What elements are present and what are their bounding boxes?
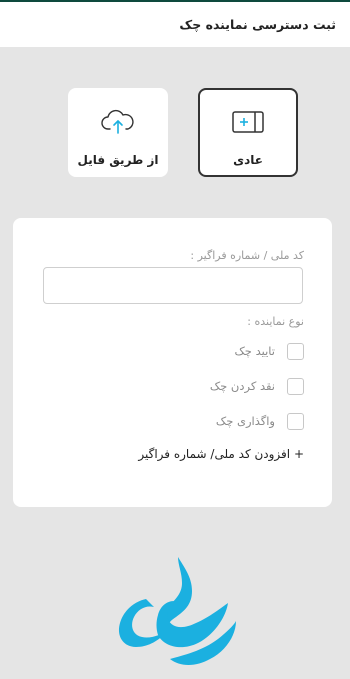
id-field-label: کد ملی / شماره فراگیر : xyxy=(190,249,304,262)
bank-logo-icon xyxy=(110,555,240,675)
page-header: ثبت دسترسی نماینده چک xyxy=(0,2,350,47)
checkbox[interactable] xyxy=(287,342,304,360)
file-type-label: از طریق فایل xyxy=(77,153,159,167)
national-id-input[interactable] xyxy=(43,267,303,304)
option-label: تایید چک xyxy=(234,344,275,358)
file-type-button[interactable]: از طریق فایل xyxy=(68,88,168,177)
page-title: ثبت دسترسی نماینده چک xyxy=(179,17,336,32)
rep-type-label: نوع نماینده : xyxy=(247,315,304,328)
check-card-plus-icon xyxy=(232,108,264,136)
option-label: نقد کردن چک xyxy=(209,379,275,393)
checkbox[interactable] xyxy=(287,412,304,430)
option-transfer-check[interactable]: واگذاری چک xyxy=(216,412,304,430)
form-panel: کد ملی / شماره فراگیر : نوع نماینده : تا… xyxy=(13,218,332,507)
normal-type-button[interactable]: عادی xyxy=(198,88,298,177)
option-cash-check[interactable]: نقد کردن چک xyxy=(210,377,304,395)
cloud-upload-icon xyxy=(101,108,135,136)
option-label: واگذاری چک xyxy=(215,414,275,428)
checkbox[interactable] xyxy=(287,377,304,395)
add-national-id-link[interactable]: + افزودن کد ملی/ شماره فراگیر xyxy=(138,447,304,461)
option-confirm-check[interactable]: تایید چک xyxy=(235,342,304,360)
normal-type-label: عادی xyxy=(233,153,263,167)
